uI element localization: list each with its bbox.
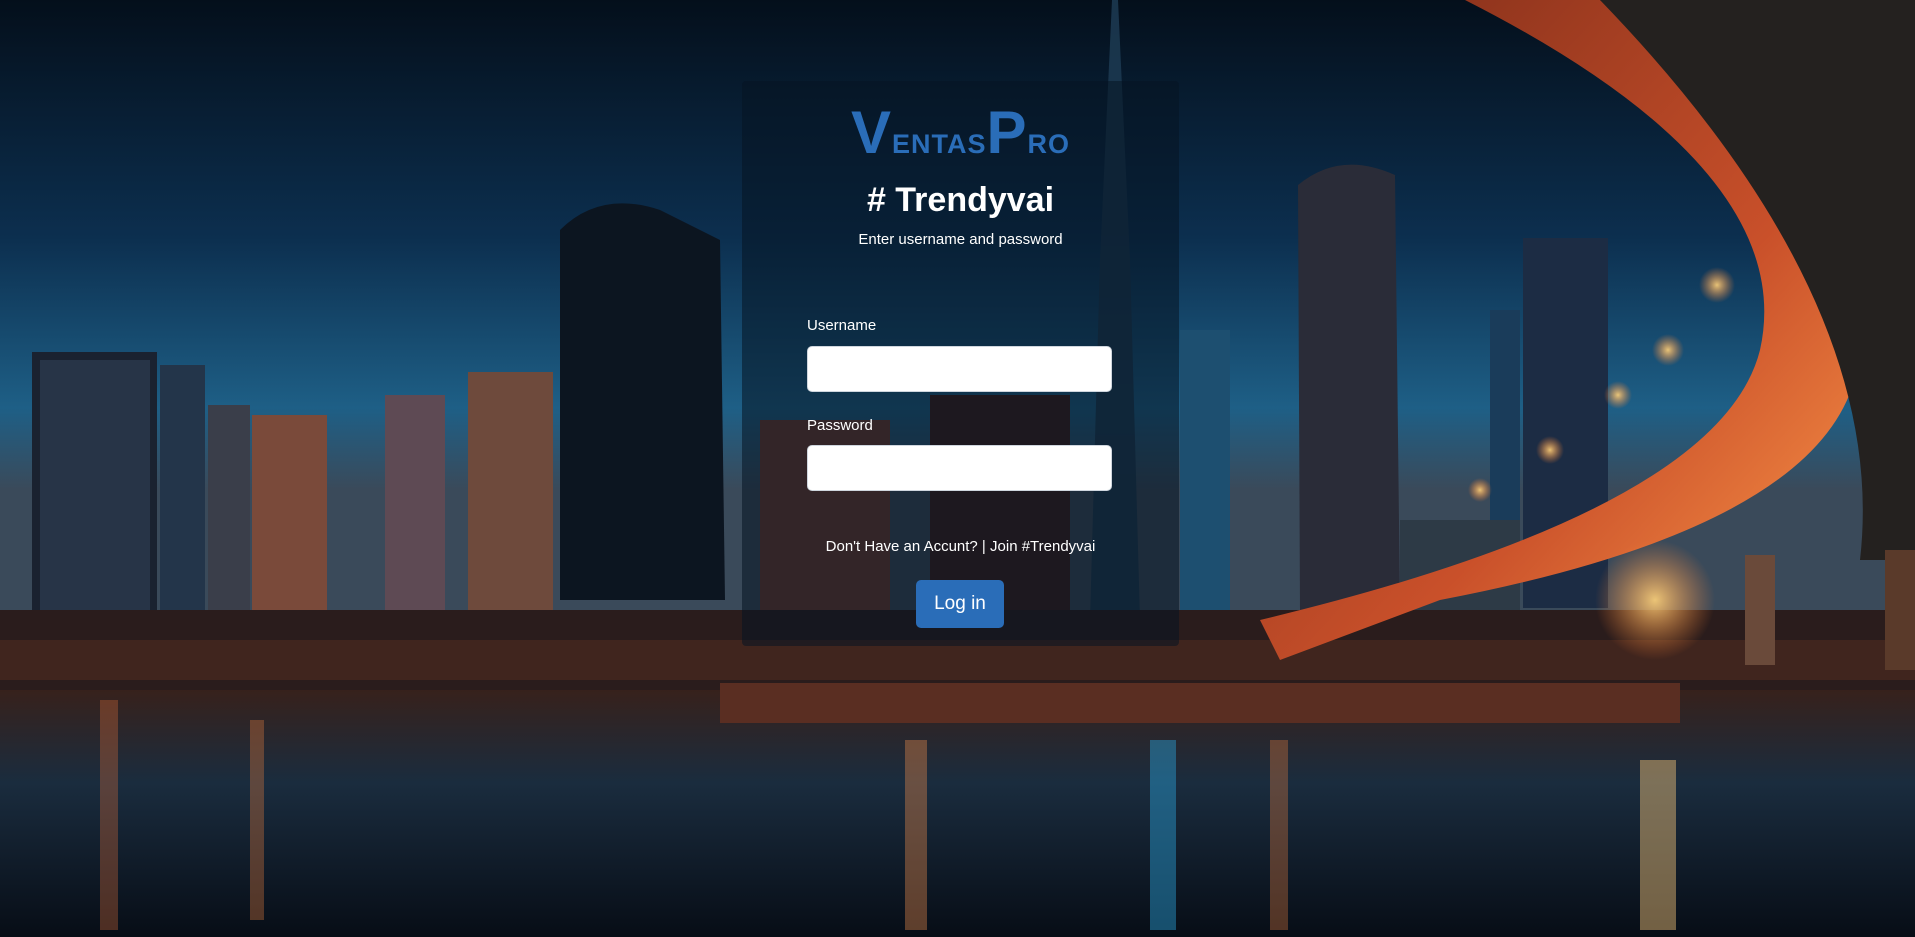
logo-letter-v: V xyxy=(850,99,892,166)
logo-letter-p: P xyxy=(986,99,1028,166)
login-button[interactable]: Log in xyxy=(916,580,1004,628)
username-input[interactable] xyxy=(807,346,1112,392)
username-label: Username xyxy=(807,317,877,334)
signup-row: Don't Have an Accunt? | Join #Trendyvai xyxy=(742,537,1179,557)
logo-letters-entas: entas xyxy=(891,120,987,162)
password-input[interactable] xyxy=(807,445,1112,491)
join-link[interactable]: Join #Trendyvai xyxy=(990,538,1095,555)
page-title: # Trendyvai xyxy=(866,181,1055,219)
signup-prompt: Don't Have an Accunt? | xyxy=(825,538,986,555)
brand-logo: VentasPro xyxy=(742,103,1179,171)
login-instructions: Enter username and password xyxy=(858,231,1063,248)
login-panel: VentasPro # Trendyvai Enter username and… xyxy=(742,81,1179,646)
city-night-background-image: VentasPro # Trendyvai Enter username and… xyxy=(0,0,1915,937)
password-label: Password xyxy=(807,417,873,434)
logo-letters-ro: ro xyxy=(1027,120,1071,162)
